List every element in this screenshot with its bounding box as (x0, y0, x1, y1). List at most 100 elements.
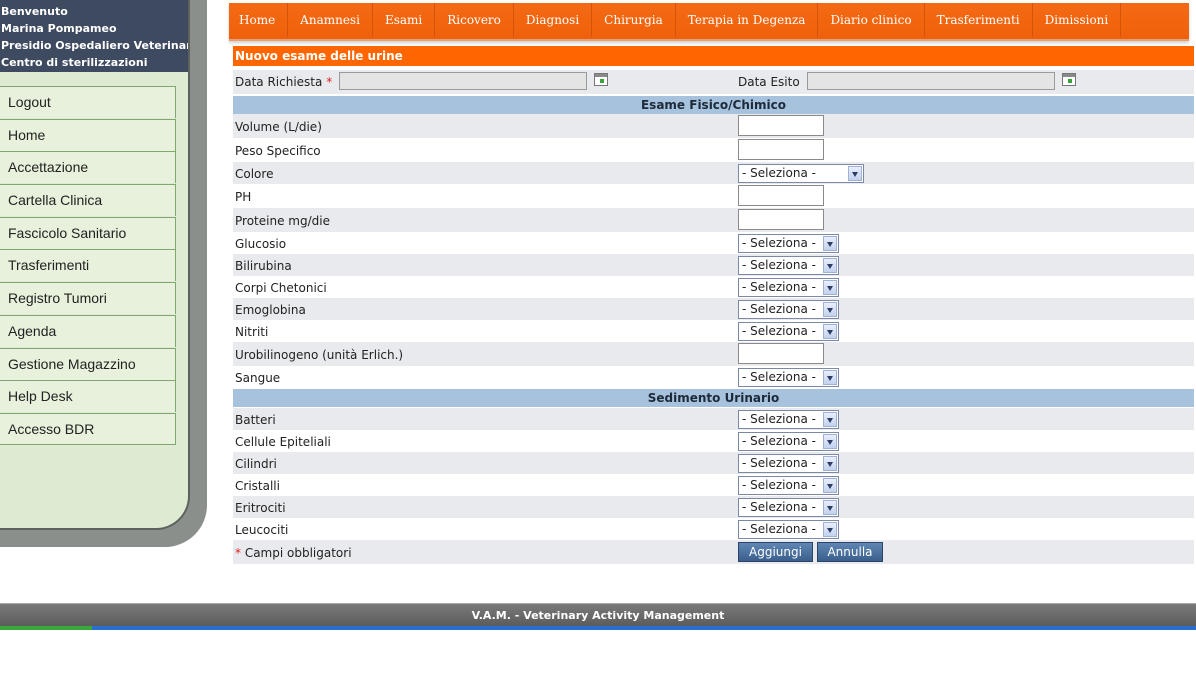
chevron-down-icon (823, 280, 837, 295)
sidebar-item-accettazione[interactable]: Accettazione (0, 151, 176, 184)
cancel-button[interactable]: Annulla (817, 542, 883, 562)
tab-anamnesi[interactable]: Anamnesi (288, 3, 373, 37)
label-ph: PH (235, 190, 252, 204)
select-sangue[interactable]: - Seleziona - (738, 368, 839, 387)
label-bilirubina: Bilirubina (235, 259, 292, 273)
footer-bar (0, 626, 1196, 630)
calendar-icon[interactable] (594, 73, 608, 86)
tab-diagnosi[interactable]: Diagnosi (514, 3, 593, 37)
sidebar-item-home[interactable]: Home (0, 118, 176, 151)
select-cristalli[interactable]: - Seleziona - (738, 476, 839, 495)
footer: V.A.M. - Veterinary Activity Management (0, 603, 1196, 627)
label-glucosio: Glucosio (235, 237, 287, 251)
tab-esami[interactable]: Esami (373, 3, 436, 37)
select-cellule-epiteliali[interactable]: - Seleziona - (738, 432, 839, 451)
tab-chirurgia[interactable]: Chirurgia (592, 3, 676, 37)
sidebar-item-trasferimenti[interactable]: Trasferimenti (0, 249, 176, 282)
tab-trasferimenti[interactable]: Trasferimenti (925, 3, 1033, 37)
date-result-label: Data Esito (738, 75, 800, 89)
row-nitriti: Nitriti - Seleziona - (233, 320, 1194, 342)
row-urobilinogeno: Urobilinogeno (unità Erlich.) (233, 342, 1194, 366)
chevron-down-icon (823, 324, 837, 339)
date-result-input[interactable] (807, 72, 1055, 90)
chevron-down-icon (823, 434, 837, 449)
row-cellule-epiteliali: Cellule Epiteliali - Seleziona - (233, 430, 1194, 452)
row-bilirubina: Bilirubina - Seleziona - (233, 254, 1194, 276)
label-cristalli: Cristalli (235, 479, 280, 493)
select-bilirubina[interactable]: - Seleziona - (738, 256, 839, 275)
sidebar-item-cartella-clinica[interactable]: Cartella Clinica (0, 184, 176, 217)
row-ph: PH (233, 184, 1194, 208)
select-emoglobina[interactable]: - Seleziona - (738, 300, 839, 319)
row-proteine: Proteine mg/die (233, 208, 1194, 232)
label-corpi-chetonici: Corpi Chetonici (235, 281, 327, 295)
top-nav: Home Anamnesi Esami Ricovero Diagnosi Ch… (229, 3, 1189, 41)
chevron-down-icon (823, 522, 837, 537)
section-sediment: Sedimento Urinario (233, 389, 1194, 407)
select-batteri[interactable]: - Seleziona - (738, 410, 839, 429)
chevron-down-icon (848, 166, 862, 181)
date-request-label: Data Richiesta * (235, 75, 333, 89)
section-physical-chemical: Esame Fisico/Chimico (233, 96, 1194, 114)
chevron-down-icon (823, 258, 837, 273)
label-cilindri: Cilindri (235, 457, 277, 471)
chevron-down-icon (823, 500, 837, 515)
input-proteine[interactable] (738, 209, 824, 230)
row-eritrociti: Eritrociti - Seleziona - (233, 496, 1194, 518)
select-nitriti[interactable]: - Seleziona - (738, 322, 839, 341)
footer-bar-accent (0, 626, 92, 630)
sidebar: Benvenuto Marina Pompameo Presidio Osped… (0, 0, 190, 530)
calendar-icon[interactable] (1062, 73, 1076, 86)
input-ph[interactable] (738, 185, 824, 206)
tab-diario-clinico[interactable]: Diario clinico (818, 3, 925, 37)
tab-terapia-in-degenza[interactable]: Terapia in Degenza (676, 3, 819, 37)
welcome-box: Benvenuto Marina Pompameo Presidio Osped… (0, 0, 188, 72)
sidebar-item-agenda[interactable]: Agenda (0, 314, 176, 347)
row-emoglobina: Emoglobina - Seleziona - (233, 298, 1194, 320)
add-button[interactable]: Aggiungi (738, 542, 813, 562)
form-title: Nuovo esame delle urine (233, 46, 1194, 66)
chevron-down-icon (823, 456, 837, 471)
chevron-down-icon (823, 302, 837, 317)
select-cilindri[interactable]: - Seleziona - (738, 454, 839, 473)
label-cellule-epiteliali: Cellule Epiteliali (235, 435, 331, 449)
welcome-greeting: Benvenuto (1, 5, 68, 18)
row-peso-specifico: Peso Specifico (233, 138, 1194, 162)
label-proteine: Proteine mg/die (235, 214, 330, 228)
row-leucociti: Leucociti - Seleziona - (233, 518, 1194, 540)
row-corpi-chetonici: Corpi Chetonici - Seleziona - (233, 276, 1194, 298)
input-urobilinogeno[interactable] (738, 343, 824, 364)
input-peso-specifico[interactable] (738, 139, 824, 160)
tab-home[interactable]: Home (229, 3, 289, 37)
row-cilindri: Cilindri - Seleziona - (233, 452, 1194, 474)
tab-dimissioni[interactable]: Dimissioni (1033, 3, 1122, 37)
sidebar-menu: Logout Home Accettazione Cartella Clinic… (0, 86, 176, 445)
label-emoglobina: Emoglobina (235, 303, 306, 317)
row-actions: * Campi obbligatori Aggiungi Annulla (233, 540, 1194, 564)
row-glucosio: Glucosio - Seleziona - (233, 232, 1194, 254)
sidebar-item-logout[interactable]: Logout (0, 86, 176, 118)
input-volume[interactable] (738, 115, 824, 136)
sidebar-item-fascicolo-sanitario[interactable]: Fascicolo Sanitario (0, 216, 176, 249)
label-peso-specifico: Peso Specifico (235, 144, 321, 158)
tab-ricovero[interactable]: Ricovero (435, 3, 514, 37)
sidebar-item-gestione-magazzino[interactable]: Gestione Magazzino (0, 347, 176, 380)
select-corpi-chetonici[interactable]: - Seleziona - (738, 278, 839, 297)
facility-name: Presidio Ospedaliero Veterinario (1, 39, 188, 52)
sidebar-item-accesso-bdr[interactable]: Accesso BDR (0, 412, 176, 445)
select-colore[interactable]: - Seleziona - (738, 164, 864, 183)
row-colore: Colore - Seleziona - (233, 162, 1194, 184)
date-request-input[interactable] (339, 72, 587, 90)
select-glucosio[interactable]: - Seleziona - (738, 234, 839, 253)
row-volume: Volume (L/die) (233, 114, 1194, 138)
sidebar-item-help-desk[interactable]: Help Desk (0, 380, 176, 413)
select-eritrociti[interactable]: - Seleziona - (738, 498, 839, 517)
chevron-down-icon (823, 478, 837, 493)
label-leucociti: Leucociti (235, 523, 289, 537)
required-note: * Campi obbligatori (235, 546, 352, 560)
date-row: Data Richiesta * Data Esito (233, 70, 1194, 94)
select-leucociti[interactable]: - Seleziona - (738, 520, 839, 539)
sidebar-item-registro-tumori[interactable]: Registro Tumori (0, 282, 176, 315)
label-batteri: Batteri (235, 413, 276, 427)
label-volume: Volume (L/die) (235, 120, 322, 134)
